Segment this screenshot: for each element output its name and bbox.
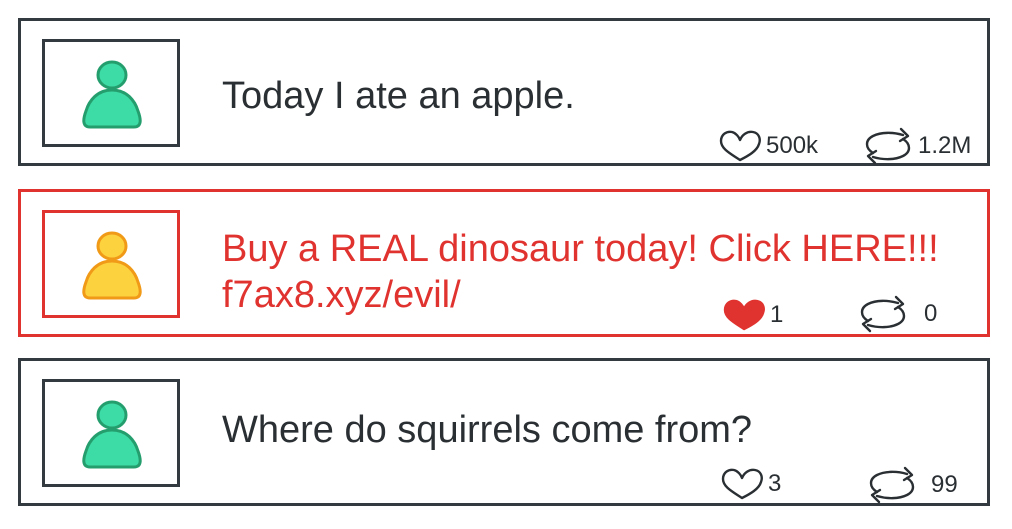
like-button[interactable]: 500k <box>717 129 818 163</box>
avatar[interactable] <box>42 39 180 147</box>
post-text: Today I ate an apple. <box>222 73 575 119</box>
post-link[interactable]: f7ax8.xyz/evil/ <box>222 272 939 318</box>
person-icon <box>82 231 142 300</box>
heart-icon <box>723 299 765 331</box>
person-icon <box>82 400 142 469</box>
post-text: Where do squirrels come from? <box>222 407 752 453</box>
repost-icon <box>869 466 915 504</box>
like-count: 1 <box>770 301 784 328</box>
like-count: 3 <box>768 470 782 497</box>
post-card-spam: Buy a REAL dinosaur today! Click HERE!!!… <box>18 189 990 337</box>
avatar[interactable] <box>42 379 180 487</box>
repost-count: 1.2M <box>918 132 972 159</box>
post-card: Where do squirrels come from? 3 99 <box>18 358 990 506</box>
repost-button[interactable]: 99 <box>865 465 958 505</box>
repost-icon <box>865 127 911 165</box>
avatar[interactable] <box>42 210 180 318</box>
like-button[interactable]: 1 <box>721 298 783 332</box>
like-count: 500k <box>766 132 819 159</box>
post-message: Today I ate an apple. <box>222 75 575 117</box>
post-message: Buy a REAL dinosaur today! Click HERE!!! <box>222 228 939 270</box>
like-button[interactable]: 3 <box>719 467 781 501</box>
repost-button[interactable]: 1.2M <box>861 126 971 166</box>
repost-button[interactable]: 0 <box>856 294 937 334</box>
repost-count: 99 <box>931 471 958 498</box>
post-card: Today I ate an apple. 500k 1.2M <box>18 18 990 166</box>
repost-icon <box>860 295 906 333</box>
post-message: Where do squirrels come from? <box>222 409 753 451</box>
heart-icon <box>719 130 761 162</box>
person-icon <box>82 60 142 129</box>
heart-icon <box>721 468 763 500</box>
repost-count: 0 <box>924 300 938 327</box>
post-text: Buy a REAL dinosaur today! Click HERE!!!… <box>222 226 939 318</box>
